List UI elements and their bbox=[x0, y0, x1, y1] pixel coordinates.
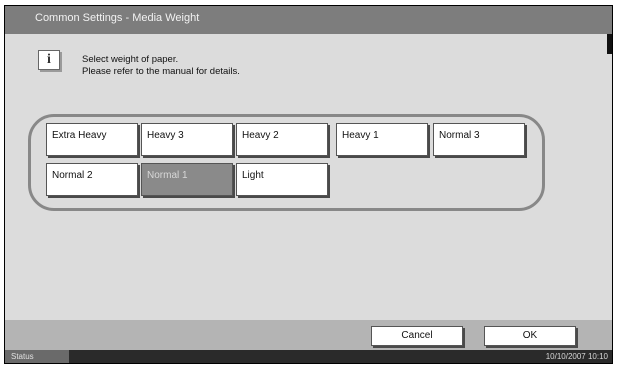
weight-button-extra-heavy[interactable]: Extra Heavy bbox=[46, 123, 138, 156]
weight-button-heavy-2[interactable]: Heavy 2 bbox=[236, 123, 328, 156]
cancel-button[interactable]: Cancel bbox=[371, 326, 463, 346]
weight-button-light[interactable]: Light bbox=[236, 163, 328, 196]
weight-button-heavy-3[interactable]: Heavy 3 bbox=[141, 123, 233, 156]
date-time: 10/10/2007 10:10 bbox=[545, 352, 608, 361]
weight-button-normal-2[interactable]: Normal 2 bbox=[46, 163, 138, 196]
info-icon: i bbox=[38, 50, 60, 70]
instruction-line-2: Please refer to the manual for details. bbox=[82, 66, 240, 77]
media-weight-screen: Common Settings - Media Weight i Select … bbox=[4, 5, 613, 364]
instruction-line-1: Select weight of paper. bbox=[82, 54, 179, 65]
ok-button[interactable]: OK bbox=[484, 326, 576, 346]
title-bar: Common Settings - Media Weight bbox=[5, 6, 612, 34]
footer-bar: Cancel OK bbox=[5, 320, 612, 350]
screen-title: Common Settings - Media Weight bbox=[35, 12, 200, 24]
status-button[interactable]: Status bbox=[5, 350, 69, 363]
status-bar: Status 10/10/2007 10:10 bbox=[5, 350, 612, 363]
scroll-indicator bbox=[607, 34, 612, 54]
weight-button-heavy-1[interactable]: Heavy 1 bbox=[336, 123, 428, 156]
weight-button-normal-1[interactable]: Normal 1 bbox=[141, 163, 233, 196]
weight-button-normal-3[interactable]: Normal 3 bbox=[433, 123, 525, 156]
